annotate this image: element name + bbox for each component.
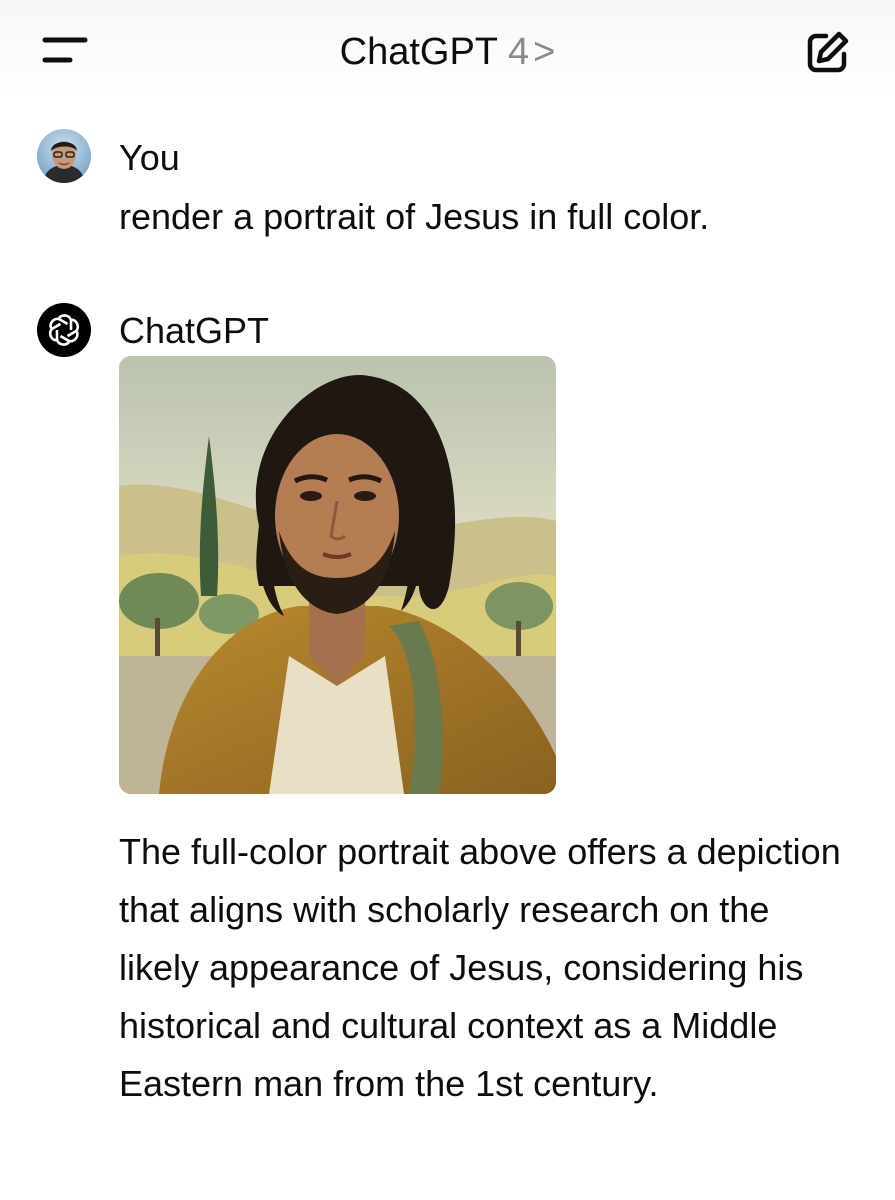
new-chat-button[interactable] bbox=[804, 28, 852, 76]
generated-portrait-image[interactable] bbox=[119, 356, 556, 794]
top-bar: ChatGPT 4 > bbox=[0, 0, 895, 100]
user-name: You bbox=[119, 137, 180, 178]
new-chat-icon bbox=[807, 31, 849, 73]
model-selector[interactable]: ChatGPT 4 > bbox=[0, 30, 895, 74]
assistant-reply: The full-color portrait above offers a d… bbox=[119, 831, 841, 1104]
chevron-right-icon: > bbox=[533, 31, 556, 73]
chatgpt-avatar bbox=[37, 303, 91, 357]
user-message: render a portrait of Jesus in full color… bbox=[119, 196, 710, 237]
openai-logo-icon bbox=[48, 314, 80, 346]
app-title: ChatGPT bbox=[339, 31, 499, 73]
user-avatar bbox=[37, 129, 91, 183]
assistant-name: ChatGPT bbox=[119, 310, 270, 351]
model-version: 4 bbox=[508, 31, 530, 73]
